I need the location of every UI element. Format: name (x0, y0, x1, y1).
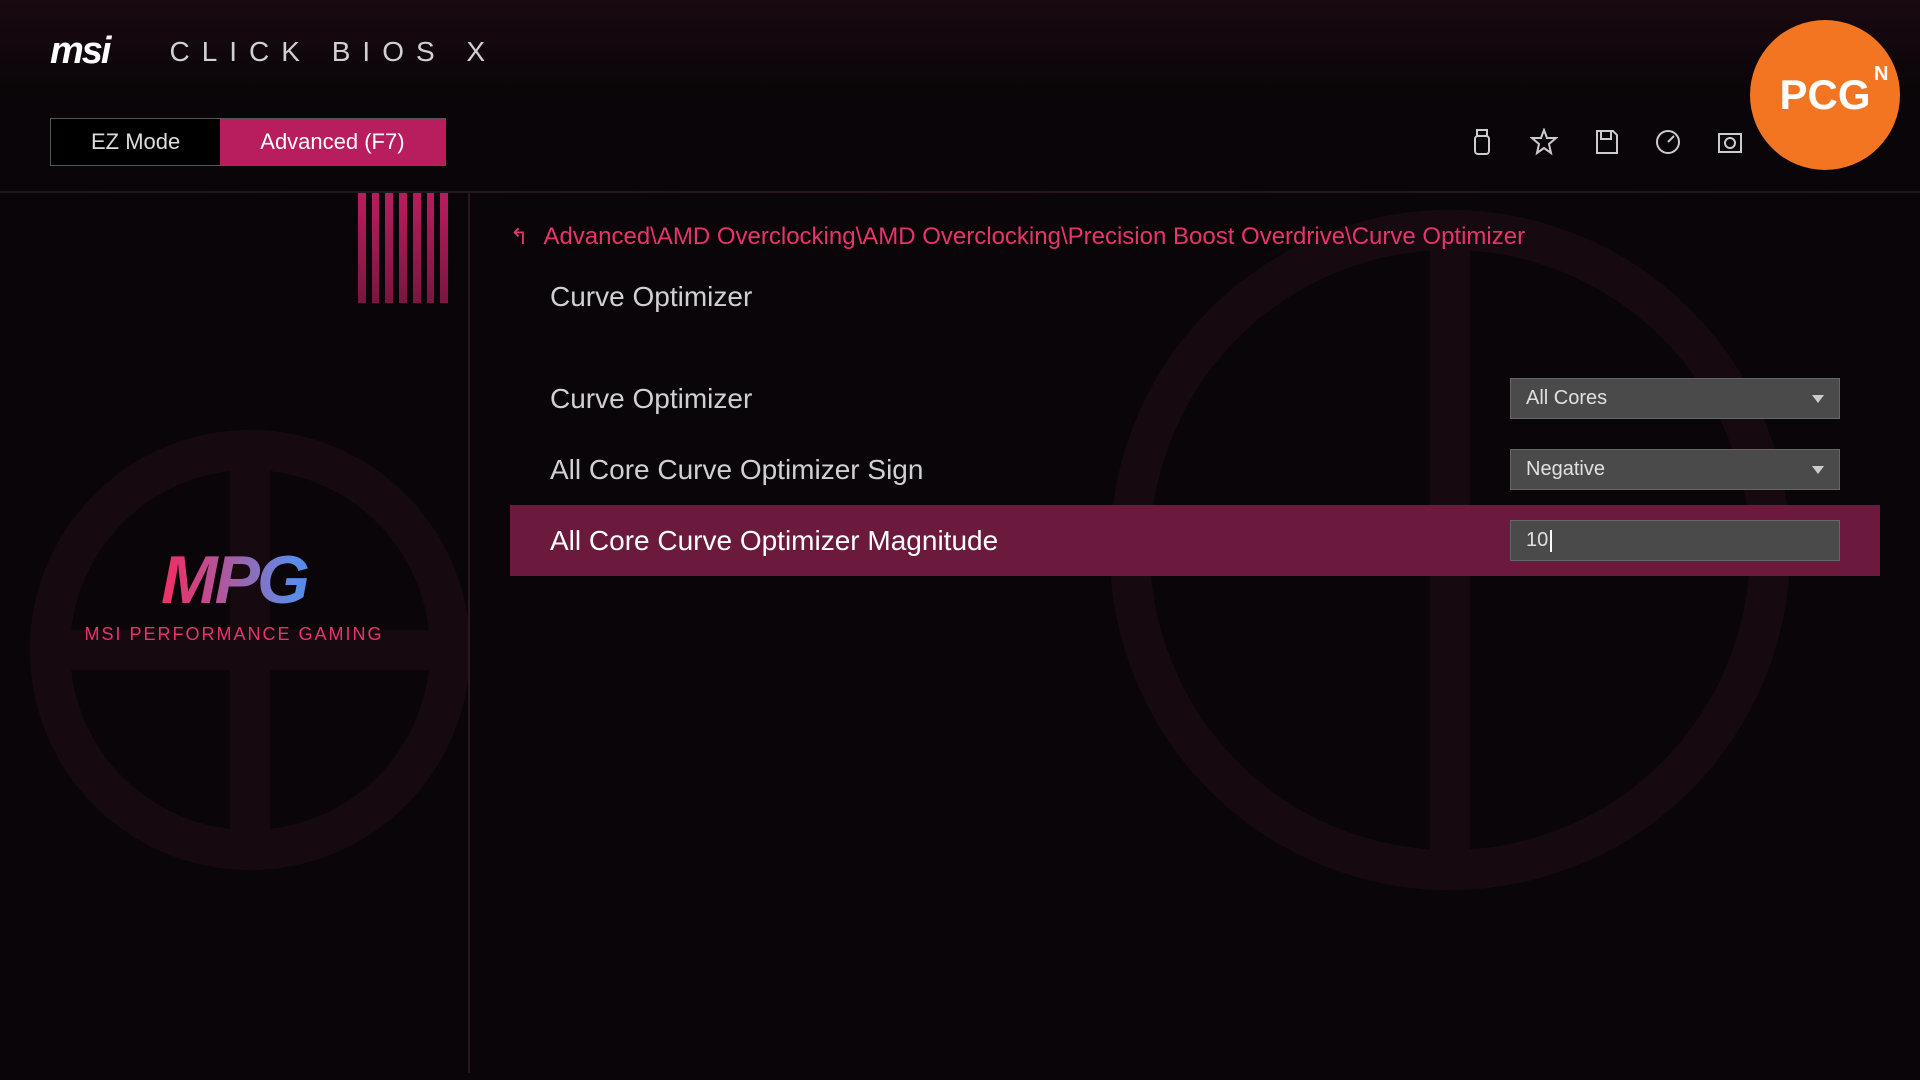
mode-tabs: EZ Mode Advanced (F7) (50, 118, 446, 166)
text-cursor (1550, 530, 1552, 552)
pcgn-watermark: PCGN (1750, 20, 1900, 170)
watermark-text: PCGN (1779, 71, 1870, 119)
advanced-mode-tab[interactable]: Advanced (F7) (220, 119, 444, 165)
content-panel: ↰ Advanced\AMD Overclocking\AMD Overcloc… (470, 193, 1920, 1073)
main-layout: MPG MSI PERFORMANCE GAMING ↰ Advanced\AM… (0, 193, 1920, 1073)
setting-curve-optimizer[interactable]: Curve Optimizer All Cores (510, 363, 1880, 434)
star-icon[interactable] (1528, 126, 1560, 158)
setting-magnitude[interactable]: All Core Curve Optimizer Magnitude 10 (510, 505, 1880, 576)
section-title: Curve Optimizer (550, 281, 1880, 313)
msi-logo: msi (50, 30, 109, 73)
mpg-logo-text: MPG (84, 541, 383, 619)
mpg-logo: MPG MSI PERFORMANCE GAMING (84, 541, 383, 645)
magnitude-input[interactable]: 10 (1510, 520, 1840, 561)
breadcrumb-row: ↰ Advanced\AMD Overclocking\AMD Overcloc… (510, 223, 1880, 251)
sidebar: MPG MSI PERFORMANCE GAMING (0, 193, 470, 1073)
setting-label: Curve Optimizer (550, 383, 1510, 415)
chevron-down-icon (1812, 466, 1824, 474)
header: msi CLICK BIOS X (0, 0, 1920, 93)
gauge-icon[interactable] (1652, 126, 1684, 158)
mpg-subtitle: MSI PERFORMANCE GAMING (84, 624, 383, 645)
sign-dropdown[interactable]: Negative (1510, 449, 1840, 490)
curve-optimizer-dropdown[interactable]: All Cores (1510, 378, 1840, 419)
breadcrumb[interactable]: Advanced\AMD Overclocking\AMD Overclocki… (543, 223, 1525, 251)
settings-list: Curve Optimizer All Cores All Core Curve… (510, 363, 1880, 576)
input-value: 10 (1526, 529, 1548, 551)
save-icon[interactable] (1590, 126, 1622, 158)
mode-tabs-row: EZ Mode Advanced (F7) (0, 118, 1920, 166)
chevron-down-icon (1812, 395, 1824, 403)
setting-label: All Core Curve Optimizer Sign (550, 454, 1510, 486)
dropdown-value: All Cores (1526, 387, 1607, 410)
decorative-stripes (358, 193, 448, 303)
ez-mode-tab[interactable]: EZ Mode (51, 119, 220, 165)
dropdown-value: Negative (1526, 458, 1605, 481)
screenshot-icon[interactable] (1714, 126, 1746, 158)
usb-icon[interactable] (1466, 126, 1498, 158)
bios-title: CLICK BIOS X (169, 36, 497, 68)
setting-label: All Core Curve Optimizer Magnitude (550, 525, 1510, 557)
back-icon[interactable]: ↰ (510, 224, 528, 250)
setting-sign[interactable]: All Core Curve Optimizer Sign Negative (510, 434, 1880, 505)
